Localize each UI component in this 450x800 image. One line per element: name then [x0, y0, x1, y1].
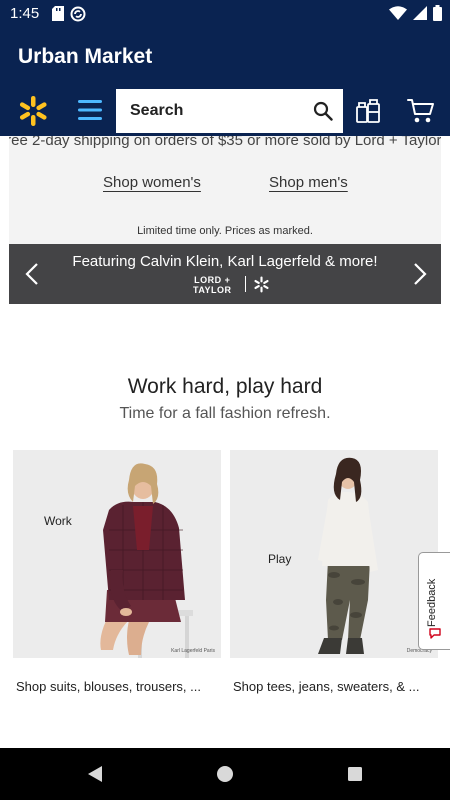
search-icon[interactable]: [313, 101, 333, 121]
play-label: Play: [268, 552, 292, 566]
banner-text: Featuring Calvin Klein, Karl Lagerfeld &…: [72, 253, 378, 270]
carousel-next-icon[interactable]: [413, 262, 427, 286]
spark-logo-icon[interactable]: [17, 95, 49, 127]
work-credit: Karl Lagerfeld Paris: [171, 648, 215, 654]
work-card[interactable]: Work Karl Lagerfeld Paris: [13, 450, 221, 658]
search-toolbar: [0, 86, 450, 136]
logo-divider: [245, 276, 246, 292]
sync-icon: [70, 6, 86, 22]
recents-icon[interactable]: [346, 765, 364, 783]
lord-taylor-logo: LORD + TAYLOR: [193, 275, 232, 295]
home-icon[interactable]: [216, 765, 234, 783]
limited-time-text: Limited time only. Prices as marked.: [137, 225, 313, 237]
search-box: [116, 89, 343, 133]
cart-icon[interactable]: [407, 98, 435, 124]
search-input[interactable]: [130, 99, 300, 123]
battery-icon: [433, 5, 442, 21]
spark-logo-icon: [254, 276, 269, 293]
work-caption[interactable]: Shop suits, blouses, trousers, ...: [16, 679, 228, 694]
play-model-image: [230, 450, 438, 658]
shop-men-link[interactable]: Shop men's: [269, 174, 348, 191]
status-bar: 1:45: [0, 0, 450, 28]
work-label: Work: [44, 514, 72, 528]
play-card[interactable]: Play Democracy: [230, 450, 438, 658]
shipping-text: Free 2-day shipping on orders of $35 or …: [9, 136, 441, 149]
system-nav-bar: [0, 748, 450, 800]
feedback-tab[interactable]: Feedback: [418, 552, 450, 650]
status-time: 1:45: [10, 5, 40, 22]
signal-icon: [413, 6, 427, 20]
wifi-icon: [389, 6, 407, 20]
brand-carousel: Featuring Calvin Klein, Karl Lagerfeld &…: [9, 244, 441, 304]
promo-panel: Free 2-day shipping on orders of $35 or …: [9, 136, 441, 244]
shop-women-link[interactable]: Shop women's: [103, 174, 201, 191]
sd-card-icon: [52, 6, 64, 21]
section-subtitle: Time for a fall fashion refresh.: [119, 405, 331, 422]
back-icon[interactable]: [86, 765, 104, 783]
reorder-icon[interactable]: [355, 98, 381, 124]
app-title: Urban Market: [18, 45, 153, 68]
app-bar: Urban Market: [0, 28, 450, 86]
chat-bubble-icon: [429, 628, 441, 639]
section-title: Work hard, play hard: [127, 375, 323, 398]
play-caption[interactable]: Shop tees, jeans, sweaters, & ...: [233, 679, 445, 694]
feedback-label: Feedback: [426, 578, 438, 627]
menu-icon[interactable]: [78, 99, 102, 121]
work-model-image: [13, 450, 221, 658]
